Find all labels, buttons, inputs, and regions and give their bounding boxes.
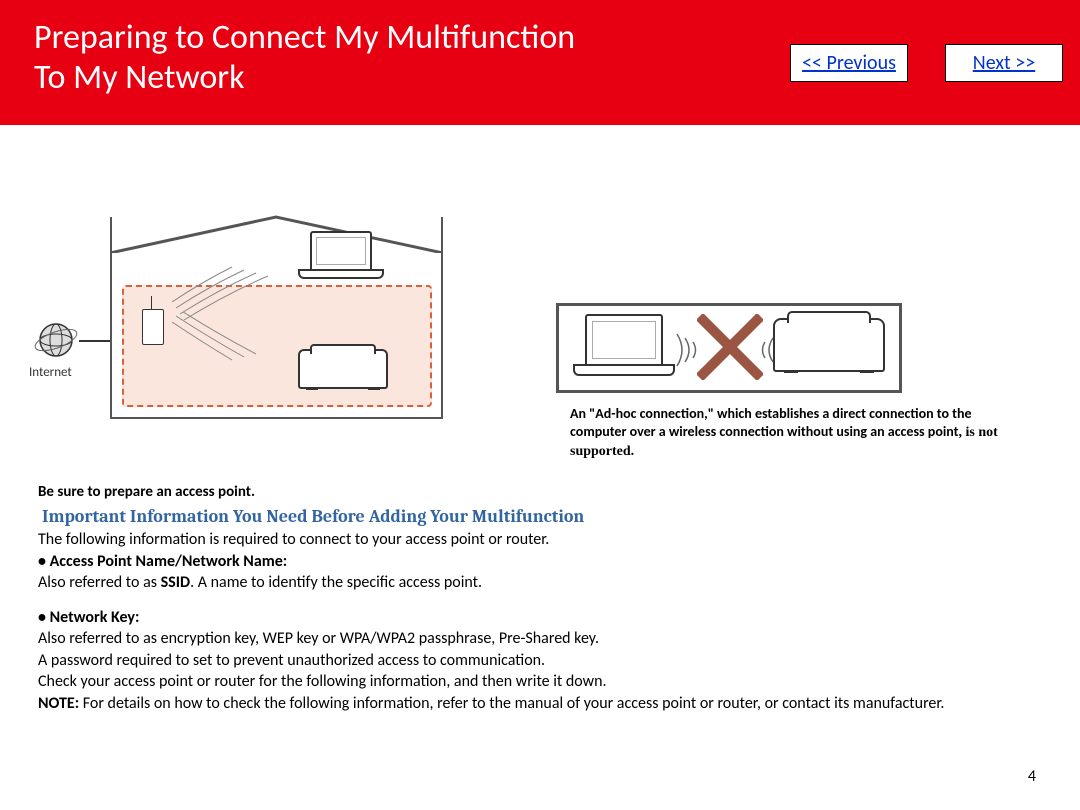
note-label: NOTE: [38, 694, 79, 713]
note-line: NOTE: For details on how to check the fo… [38, 694, 1042, 714]
page-number: 4 [1028, 767, 1036, 786]
body-text: Be sure to prepare an access point. Impo… [38, 483, 1042, 715]
important-heading: Important Information You Need Before Ad… [42, 505, 1042, 528]
laptop-icon [298, 231, 384, 291]
laptop-icon [573, 314, 675, 378]
adhoc-diagram [556, 303, 902, 393]
cross-icon [697, 314, 763, 380]
previous-label: << Previous [802, 51, 896, 75]
previous-button[interactable]: << Previous [790, 44, 908, 82]
title-line-1: Preparing to Connect My Multifunction [34, 17, 575, 58]
next-button[interactable]: Next >> [945, 44, 1063, 82]
intro-line: The following information is required to… [38, 530, 1042, 550]
wifi-arcs-left [673, 330, 699, 370]
page: Preparing to Connect My Multifunction To… [0, 0, 1080, 810]
next-label: Next >> [973, 51, 1035, 75]
item2-line2: A password required to set to prevent un… [38, 651, 1042, 671]
title-line-2: To My Network [34, 57, 245, 98]
item1-pre: Also referred to as [38, 573, 161, 592]
wifi-waves-up [162, 242, 312, 322]
item2-block: Network Key: Also referred to as encrypt… [38, 608, 1042, 714]
house-outline [110, 217, 443, 419]
item1-post: . A name to identify the specific access… [190, 573, 482, 592]
item2-line3: Check your access point or router for th… [38, 672, 1042, 692]
page-title: Preparing to Connect My Multifunction To… [34, 18, 684, 98]
adhoc-text-main: An "Ad-hoc connection," which establishe… [570, 405, 972, 440]
adhoc-caption: An "Ad-hoc connection," which establishe… [570, 405, 1010, 462]
item2-label: Network Key: [38, 608, 1042, 628]
prepare-line: Be sure to prepare an access point. [38, 483, 1042, 502]
printer-icon [298, 349, 388, 397]
internet-label: Internet [29, 365, 72, 380]
item1-label: Access Point Name/Network Name: [38, 552, 1042, 572]
item2-line1: Also referred to as encryption key, WEP … [38, 629, 1042, 649]
internet-icon [33, 317, 79, 363]
header-bar: Preparing to Connect My Multifunction To… [0, 0, 1080, 125]
ssid-term: SSID [161, 573, 190, 592]
network-diagram: Internet [35, 217, 467, 437]
wifi-waves-down [162, 312, 312, 392]
access-point-icon [142, 309, 164, 345]
printer-icon [773, 318, 885, 372]
item1-desc: Also referred to as SSID. A name to iden… [38, 573, 1042, 593]
note-text: For details on how to check the followin… [79, 694, 944, 713]
